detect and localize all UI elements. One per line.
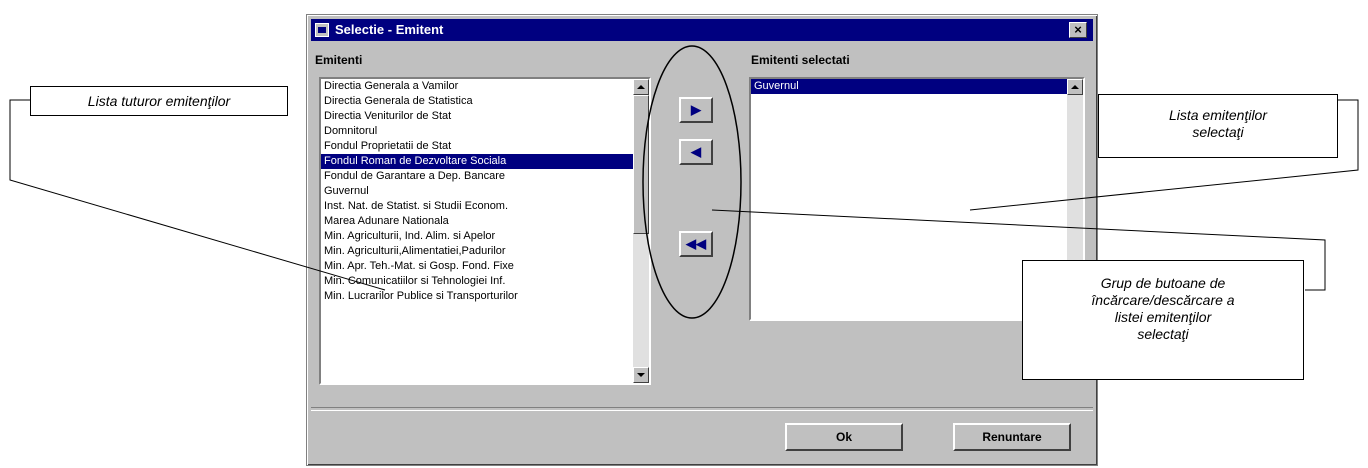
selected-issuers-note-line1: Lista emitenţilor — [1168, 107, 1268, 123]
annotation-lines — [9, 45, 1359, 319]
button-group-ellipse — [642, 45, 742, 319]
all-issuers-leader — [9, 99, 386, 291]
selected-issuers-note-line2: selectaţi — [1192, 124, 1244, 140]
button-group-note-line1: Grup de butoane de — [1100, 275, 1226, 291]
button-group-note: Grup de butoane de încărcare/descărcare … — [1022, 260, 1304, 380]
selected-issuers-note: Lista emitenţilor selectaţi — [1098, 94, 1338, 158]
button-group-note-line3: listei emitenţilor — [1114, 309, 1212, 325]
all-issuers-note-text: Lista tuturor emitenţilor — [87, 93, 231, 109]
all-issuers-note: Lista tuturor emitenţilor — [30, 86, 288, 116]
button-group-note-line2: încărcare/descărcare a — [1091, 292, 1235, 308]
button-group-note-line4: selectaţi — [1137, 326, 1189, 342]
